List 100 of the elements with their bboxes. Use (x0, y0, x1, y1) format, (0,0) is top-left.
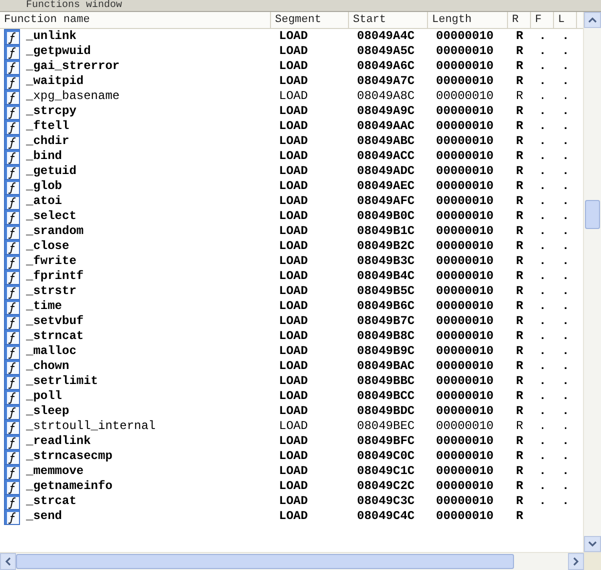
table-cell-text: 00000010 (435, 449, 495, 464)
function-icon (4, 104, 20, 120)
table-cell-text: . (538, 374, 548, 389)
function-icon (4, 74, 20, 90)
table-cell-text: . (538, 29, 548, 44)
function-name: _gai_strerror (26, 59, 121, 74)
function-name: _time (26, 299, 64, 314)
table-cell-text: LOAD (278, 74, 309, 89)
function-name: _setvbuf (26, 314, 85, 329)
table-cell-text: 08049BDC (356, 404, 416, 419)
table-cell-text: . (561, 74, 570, 89)
function-icon (4, 134, 20, 150)
function-icon (4, 464, 20, 480)
table-cell-text: . (538, 134, 548, 149)
column-header[interactable]: L (554, 12, 577, 28)
table-cell-text: . (561, 344, 570, 359)
table-cell-text: LOAD (278, 209, 309, 224)
table-cell-text: LOAD (278, 494, 309, 509)
function-icon (4, 178, 20, 194)
table-cell-text: . (561, 389, 570, 404)
table-cell-text: 00000010 (435, 194, 495, 209)
function-name: _strcpy (26, 104, 78, 119)
vertical-scrollbar[interactable] (583, 12, 601, 552)
function-icon (4, 44, 20, 60)
function-icon (4, 58, 20, 74)
table-cell-text: . (561, 119, 570, 134)
table-cell-text: R (515, 164, 524, 179)
table-cell-text: R (515, 389, 524, 404)
function-icon (4, 254, 20, 270)
function-icon (4, 494, 20, 510)
scroll-right-button[interactable] (568, 553, 584, 570)
column-header[interactable]: Function name (0, 12, 271, 28)
table-cell-text: 08049AFC (356, 194, 416, 209)
function-icon (4, 508, 20, 524)
scroll-up-button[interactable] (584, 12, 601, 28)
table-cell-text: 00000010 (435, 479, 495, 494)
function-name: _chown (26, 359, 70, 374)
table-cell-text: R (515, 134, 524, 149)
table-cell-text: . (561, 449, 570, 464)
function-name: _memmove (26, 464, 85, 479)
column-header[interactable]: R (508, 12, 531, 28)
table-cell-text: LOAD (278, 434, 309, 449)
function-name: _atoi (26, 194, 64, 209)
table-cell-text: R (515, 59, 524, 74)
table-cell-text: R (515, 509, 524, 524)
table-cell-text: LOAD (278, 344, 309, 359)
scroll-thumb[interactable] (16, 554, 514, 569)
table-cell-text: . (538, 449, 548, 464)
function-icon (4, 434, 20, 450)
table-cell-text: 00000010 (435, 269, 495, 284)
table-cell-text: 08049B6C (356, 299, 416, 314)
column-header[interactable]: Segment (271, 12, 349, 28)
table-cell-text: LOAD (278, 149, 309, 164)
table-cell-text: R (515, 419, 524, 434)
column-header[interactable]: F (531, 12, 554, 28)
function-name: _send (26, 509, 64, 524)
table-cell-text: 00000010 (435, 224, 495, 239)
function-icon (4, 374, 20, 390)
table-cell-text: . (538, 194, 548, 209)
table-cell-text: LOAD (278, 284, 309, 299)
table-cell-text: R (515, 254, 524, 269)
table-cell-text: LOAD (278, 374, 309, 389)
table-cell-text: . (538, 74, 548, 89)
chevron-right-icon (573, 557, 579, 566)
table-cell-text: LOAD (278, 389, 309, 404)
function-name: _malloc (26, 344, 78, 359)
scroll-down-button[interactable] (584, 536, 601, 552)
table-cell-text: 00000010 (435, 494, 495, 509)
table-cell-text: . (561, 239, 570, 254)
table-cell-text: . (561, 224, 570, 239)
table-cell-text: . (538, 224, 548, 239)
table-cell-text: R (515, 344, 524, 359)
table-cell-text: 08049C4C (356, 509, 416, 524)
scroll-left-button[interactable] (0, 553, 16, 570)
table-cell-text: 00000010 (435, 254, 495, 269)
function-name: _sleep (26, 404, 70, 419)
table-cell-text: R (515, 434, 524, 449)
table-cell-text: 08049A6C (356, 59, 416, 74)
table-cell-text: 08049BCC (356, 389, 416, 404)
horizontal-scrollbar[interactable] (0, 552, 601, 570)
function-icon (4, 164, 20, 180)
table-cell-text: 00000010 (435, 239, 495, 254)
column-header[interactable]: Start (349, 12, 428, 28)
table-cell-text: LOAD (278, 359, 309, 374)
scroll-thumb[interactable] (585, 200, 600, 229)
table-cell-text: 08049A4C (356, 29, 416, 44)
function-name: _close (26, 239, 70, 254)
table-cell-text: 08049ACC (356, 149, 416, 164)
table-cell-text: 00000010 (435, 134, 495, 149)
column-header[interactable]: Length (428, 12, 508, 28)
function-icon (4, 118, 20, 134)
table-cell-text: R (515, 494, 524, 509)
table-cell-text: 08049B5C (356, 284, 416, 299)
table-cell-text: LOAD (278, 404, 309, 419)
table-cell-text: . (561, 464, 570, 479)
table-cell-text: . (538, 344, 548, 359)
table-cell-text: . (538, 239, 548, 254)
table-cell-text: . (538, 464, 548, 479)
table-cell-text: 00000010 (435, 89, 495, 104)
table-cell-text: . (538, 284, 548, 299)
